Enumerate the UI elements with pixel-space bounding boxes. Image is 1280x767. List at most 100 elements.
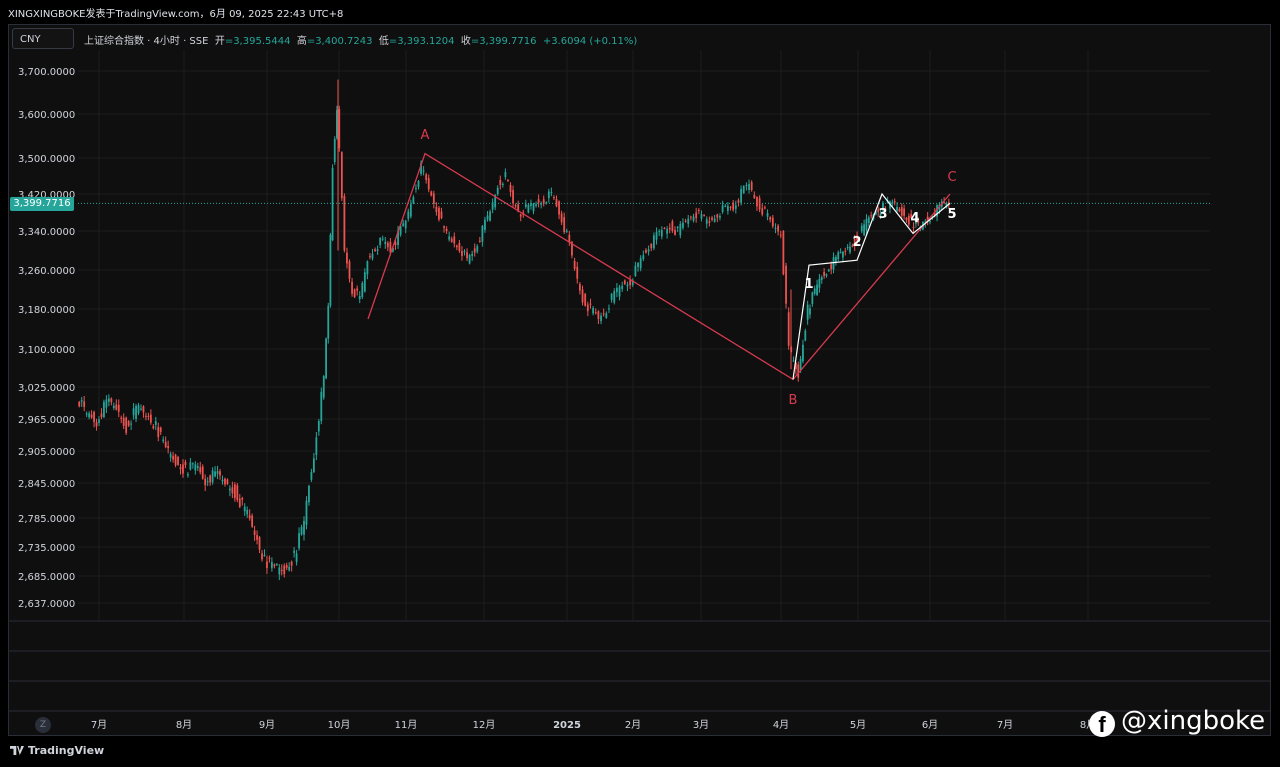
candle-body	[266, 561, 268, 569]
wave-label-C: C	[947, 170, 956, 185]
candle-body	[196, 465, 199, 468]
candle-body	[300, 527, 303, 535]
x-tick-label: 8月	[176, 719, 192, 731]
candle-body	[870, 215, 873, 217]
candle-body	[187, 474, 189, 476]
candle-body	[613, 291, 616, 303]
candle-body	[369, 255, 371, 257]
candle-body	[578, 284, 581, 291]
wave-label-2: 2	[852, 235, 861, 250]
candle-body	[610, 293, 613, 300]
facebook-icon: f	[1089, 711, 1115, 737]
candle-body	[346, 252, 348, 264]
candle-body	[740, 189, 743, 203]
candle-body	[468, 254, 471, 264]
candle-body	[708, 221, 711, 223]
candle-body	[550, 192, 553, 194]
price-chart[interactable]: 3,700.00003,600.00003,500.00003,420.0000…	[0, 0, 1280, 767]
candle-body	[152, 426, 155, 429]
timezone-z-button[interactable]: Z	[35, 717, 51, 733]
candle-body	[422, 170, 425, 172]
candle-body	[766, 213, 769, 217]
candle-body	[758, 198, 761, 210]
candle-body	[668, 227, 671, 230]
candle-body	[476, 246, 479, 252]
tradingview-logo-icon	[10, 746, 24, 755]
candle-body	[584, 293, 587, 306]
candle-body	[415, 187, 417, 190]
candle-body	[216, 471, 219, 474]
candle-body	[863, 224, 866, 236]
candle-body	[214, 471, 216, 477]
candle-body	[445, 228, 448, 232]
candle-body	[867, 217, 870, 223]
candle-body	[283, 565, 286, 575]
candle-body	[430, 191, 433, 196]
candle-body	[384, 241, 387, 244]
candle-body	[100, 413, 103, 418]
candle-body	[912, 226, 915, 228]
candle-body	[317, 421, 320, 432]
candle-body	[293, 550, 296, 553]
candle-body	[504, 172, 507, 178]
candle-body	[652, 235, 655, 249]
candle-body	[154, 421, 157, 425]
candle-body	[626, 284, 629, 287]
candle-body	[117, 404, 120, 412]
candle-body	[555, 199, 558, 207]
candle-body	[679, 223, 682, 236]
candle-body	[315, 437, 318, 455]
candle-body	[278, 567, 281, 575]
candle-body	[182, 464, 184, 474]
candle-body	[353, 289, 356, 298]
candle-body	[435, 206, 438, 212]
candle-body	[809, 308, 811, 315]
candle-body	[484, 219, 486, 230]
candle-body	[907, 216, 910, 225]
candle-body	[929, 221, 931, 223]
candle-body	[98, 419, 100, 423]
candle-body	[285, 565, 288, 568]
candle-body	[340, 152, 343, 199]
candle-body	[85, 413, 88, 415]
y-tick-label: 2,905.0000	[18, 447, 75, 458]
y-tick-label: 2,685.0000	[18, 572, 75, 583]
x-tick-label: 9月	[259, 719, 275, 731]
candle-body	[642, 255, 645, 260]
candle-body	[724, 205, 727, 207]
candle-body	[256, 535, 258, 540]
candle-body	[275, 564, 278, 566]
candle-body	[132, 408, 135, 416]
candle-body	[329, 234, 332, 306]
y-tick-label: 3,340.0000	[18, 227, 75, 238]
candle-body	[779, 234, 782, 236]
candle-body	[514, 205, 517, 207]
candle-body	[703, 215, 706, 217]
x-tick-label: 3月	[693, 719, 709, 731]
x-tick-label: 12月	[473, 719, 496, 731]
candle-body	[634, 265, 637, 276]
candle-body	[466, 252, 468, 259]
candle-body	[206, 481, 209, 483]
candle-body	[325, 338, 327, 379]
watermark-handle: @xingboke	[1121, 706, 1266, 736]
candle-body	[547, 191, 550, 199]
candle-body	[263, 555, 266, 557]
candle-body	[629, 280, 632, 286]
candle-body	[782, 231, 785, 275]
candle-body	[238, 498, 241, 507]
candle-body	[860, 225, 863, 232]
candle-body	[666, 228, 669, 234]
candle-body	[455, 245, 458, 248]
candle-body	[896, 206, 898, 211]
candle-body	[568, 234, 571, 242]
candle-body	[363, 272, 366, 292]
candle-body	[785, 265, 787, 304]
candle-body	[261, 553, 263, 560]
candle-body	[542, 199, 545, 204]
candle-body	[865, 218, 868, 231]
candle-body	[900, 207, 903, 216]
candle-body	[639, 258, 642, 269]
candle-body	[404, 220, 407, 229]
candle-body	[674, 229, 676, 235]
